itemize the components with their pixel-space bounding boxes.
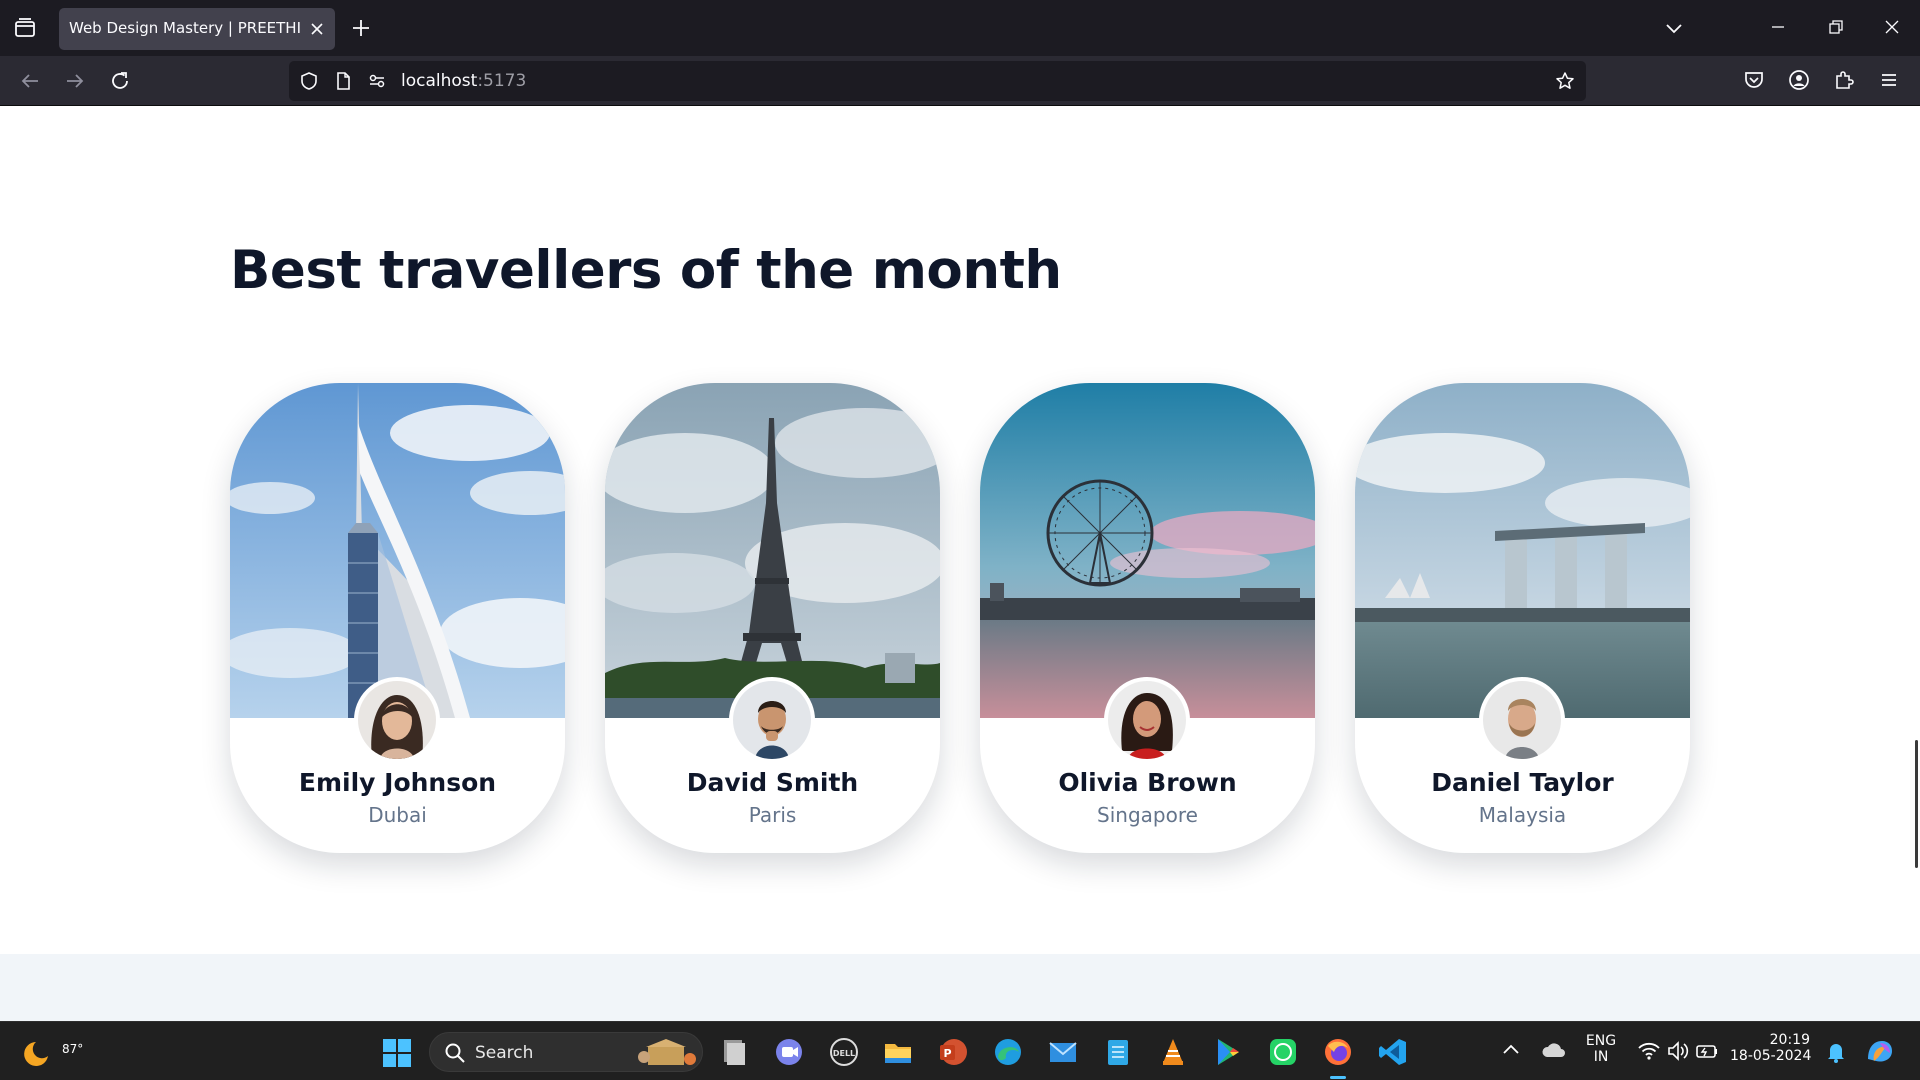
language-indicator[interactable]: ENG IN bbox=[1584, 1033, 1618, 1065]
paris-destination-image bbox=[605, 383, 940, 718]
whatsapp-icon[interactable] bbox=[1267, 1036, 1299, 1068]
close-window-icon[interactable] bbox=[1880, 15, 1904, 39]
play-store-icon[interactable] bbox=[1212, 1036, 1244, 1068]
show-hidden-icons-chevron[interactable] bbox=[1498, 1037, 1524, 1063]
windows-taskbar: 87° Search DELL P ENG IN 20:19 18-05-202… bbox=[0, 1021, 1920, 1080]
copilot-icon[interactable] bbox=[1864, 1035, 1896, 1067]
traveller-location: Paris bbox=[748, 803, 797, 827]
traveller-card[interactable]: Daniel Taylor Malaysia bbox=[1355, 383, 1690, 853]
section-title: Best travellers of the month bbox=[230, 240, 1062, 301]
list-all-tabs-chevron-icon[interactable] bbox=[1663, 17, 1685, 39]
browser-tab-bar: Web Design Mastery | PREETHI bbox=[0, 0, 1920, 56]
traveller-name: Olivia Brown bbox=[1058, 768, 1237, 797]
permissions-icon[interactable] bbox=[367, 71, 387, 91]
powerpoint-icon[interactable]: P bbox=[937, 1036, 969, 1068]
restore-icon[interactable] bbox=[1823, 15, 1847, 39]
avatar bbox=[1104, 677, 1190, 763]
traveller-card[interactable]: Olivia Brown Singapore bbox=[980, 383, 1315, 853]
dubai-destination-image bbox=[230, 383, 565, 718]
tab-title: Web Design Mastery | PREETHI bbox=[69, 19, 302, 37]
page-icon[interactable] bbox=[333, 71, 353, 91]
language-line2: IN bbox=[1593, 1049, 1609, 1065]
url-text[interactable]: localhost:5173 bbox=[401, 71, 526, 91]
tab-close-icon[interactable] bbox=[307, 19, 327, 39]
url-port: :5173 bbox=[477, 71, 527, 91]
file-explorer-icon[interactable] bbox=[718, 1036, 750, 1068]
pocket-icon[interactable] bbox=[1742, 68, 1766, 92]
avatar bbox=[1479, 677, 1565, 763]
browser-nav-bar: localhost:5173 bbox=[0, 56, 1920, 106]
firefox-active-indicator bbox=[1330, 1076, 1346, 1079]
language-line1: ENG bbox=[1585, 1033, 1617, 1049]
traveller-name: David Smith bbox=[686, 768, 859, 797]
search-highlight-icon bbox=[638, 1039, 696, 1065]
clock[interactable]: 20:19 18-05-2024 bbox=[1730, 1032, 1812, 1064]
avatar bbox=[729, 677, 815, 763]
traveller-location: Malaysia bbox=[1478, 803, 1567, 827]
active-tab[interactable]: Web Design Mastery | PREETHI bbox=[59, 8, 335, 50]
url-host: localhost bbox=[401, 71, 478, 91]
svg-text:P: P bbox=[943, 1047, 951, 1060]
search-label: Search bbox=[475, 1043, 534, 1063]
battery-icon[interactable] bbox=[1694, 1038, 1720, 1064]
notepad-icon[interactable] bbox=[1102, 1036, 1134, 1068]
page-viewport: Best travellers of the month Emily Johns… bbox=[0, 107, 1920, 1021]
traveller-location: Singapore bbox=[1097, 803, 1198, 827]
traveller-location: Dubai bbox=[368, 803, 427, 827]
dell-icon[interactable]: DELL bbox=[828, 1036, 860, 1068]
traveller-name: Daniel Taylor bbox=[1431, 768, 1614, 797]
address-bar[interactable]: localhost:5173 bbox=[289, 61, 1586, 101]
new-tab-plus-icon[interactable] bbox=[350, 17, 372, 39]
mail-icon[interactable] bbox=[1047, 1036, 1079, 1068]
clock-time: 20:19 bbox=[1769, 1032, 1810, 1048]
firefox-icon[interactable] bbox=[1322, 1036, 1354, 1068]
vlc-icon[interactable] bbox=[1157, 1036, 1189, 1068]
tab-list-icon[interactable] bbox=[12, 16, 38, 40]
volume-icon[interactable] bbox=[1665, 1038, 1691, 1064]
extensions-icon[interactable] bbox=[1832, 68, 1856, 92]
malaysia-destination-image bbox=[1355, 383, 1690, 718]
traveller-card[interactable]: David Smith Paris bbox=[605, 383, 940, 853]
forward-arrow-icon[interactable] bbox=[63, 69, 87, 93]
back-arrow-icon[interactable] bbox=[18, 69, 42, 93]
shield-icon[interactable] bbox=[299, 71, 319, 91]
reload-icon[interactable] bbox=[108, 69, 132, 93]
teams-icon[interactable] bbox=[773, 1036, 805, 1068]
singapore-destination-image bbox=[980, 383, 1315, 718]
menu-hamburger-icon[interactable] bbox=[1877, 68, 1901, 92]
weather-temperature: 87° bbox=[62, 1042, 84, 1056]
traveller-name: Emily Johnson bbox=[298, 768, 497, 797]
wifi-icon[interactable] bbox=[1636, 1038, 1662, 1064]
weather-widget[interactable]: 87° bbox=[22, 1032, 84, 1072]
travellers-grid: Emily Johnson Dubai David Smith Paris Ol… bbox=[230, 383, 1690, 853]
clock-date: 18-05-2024 bbox=[1730, 1048, 1812, 1064]
moon-weather-icon bbox=[24, 1042, 48, 1066]
folder-icon[interactable] bbox=[882, 1036, 914, 1068]
traveller-card[interactable]: Emily Johnson Dubai bbox=[230, 383, 565, 853]
bookmark-star-icon[interactable] bbox=[1555, 71, 1575, 91]
notification-bell-icon[interactable] bbox=[1823, 1039, 1849, 1065]
page-scrollbar[interactable] bbox=[1915, 740, 1918, 868]
taskbar-search-box[interactable]: Search bbox=[429, 1032, 703, 1072]
minimize-icon[interactable] bbox=[1766, 15, 1790, 39]
onedrive-cloud-icon[interactable] bbox=[1540, 1037, 1568, 1065]
search-icon bbox=[445, 1043, 465, 1063]
avatar bbox=[354, 677, 440, 763]
start-icon[interactable] bbox=[382, 1038, 412, 1068]
account-icon[interactable] bbox=[1787, 68, 1811, 92]
vscode-icon[interactable] bbox=[1377, 1036, 1409, 1068]
edge-icon[interactable] bbox=[992, 1036, 1024, 1068]
next-section-band bbox=[0, 954, 1920, 1021]
svg-text:DELL: DELL bbox=[833, 1049, 855, 1058]
